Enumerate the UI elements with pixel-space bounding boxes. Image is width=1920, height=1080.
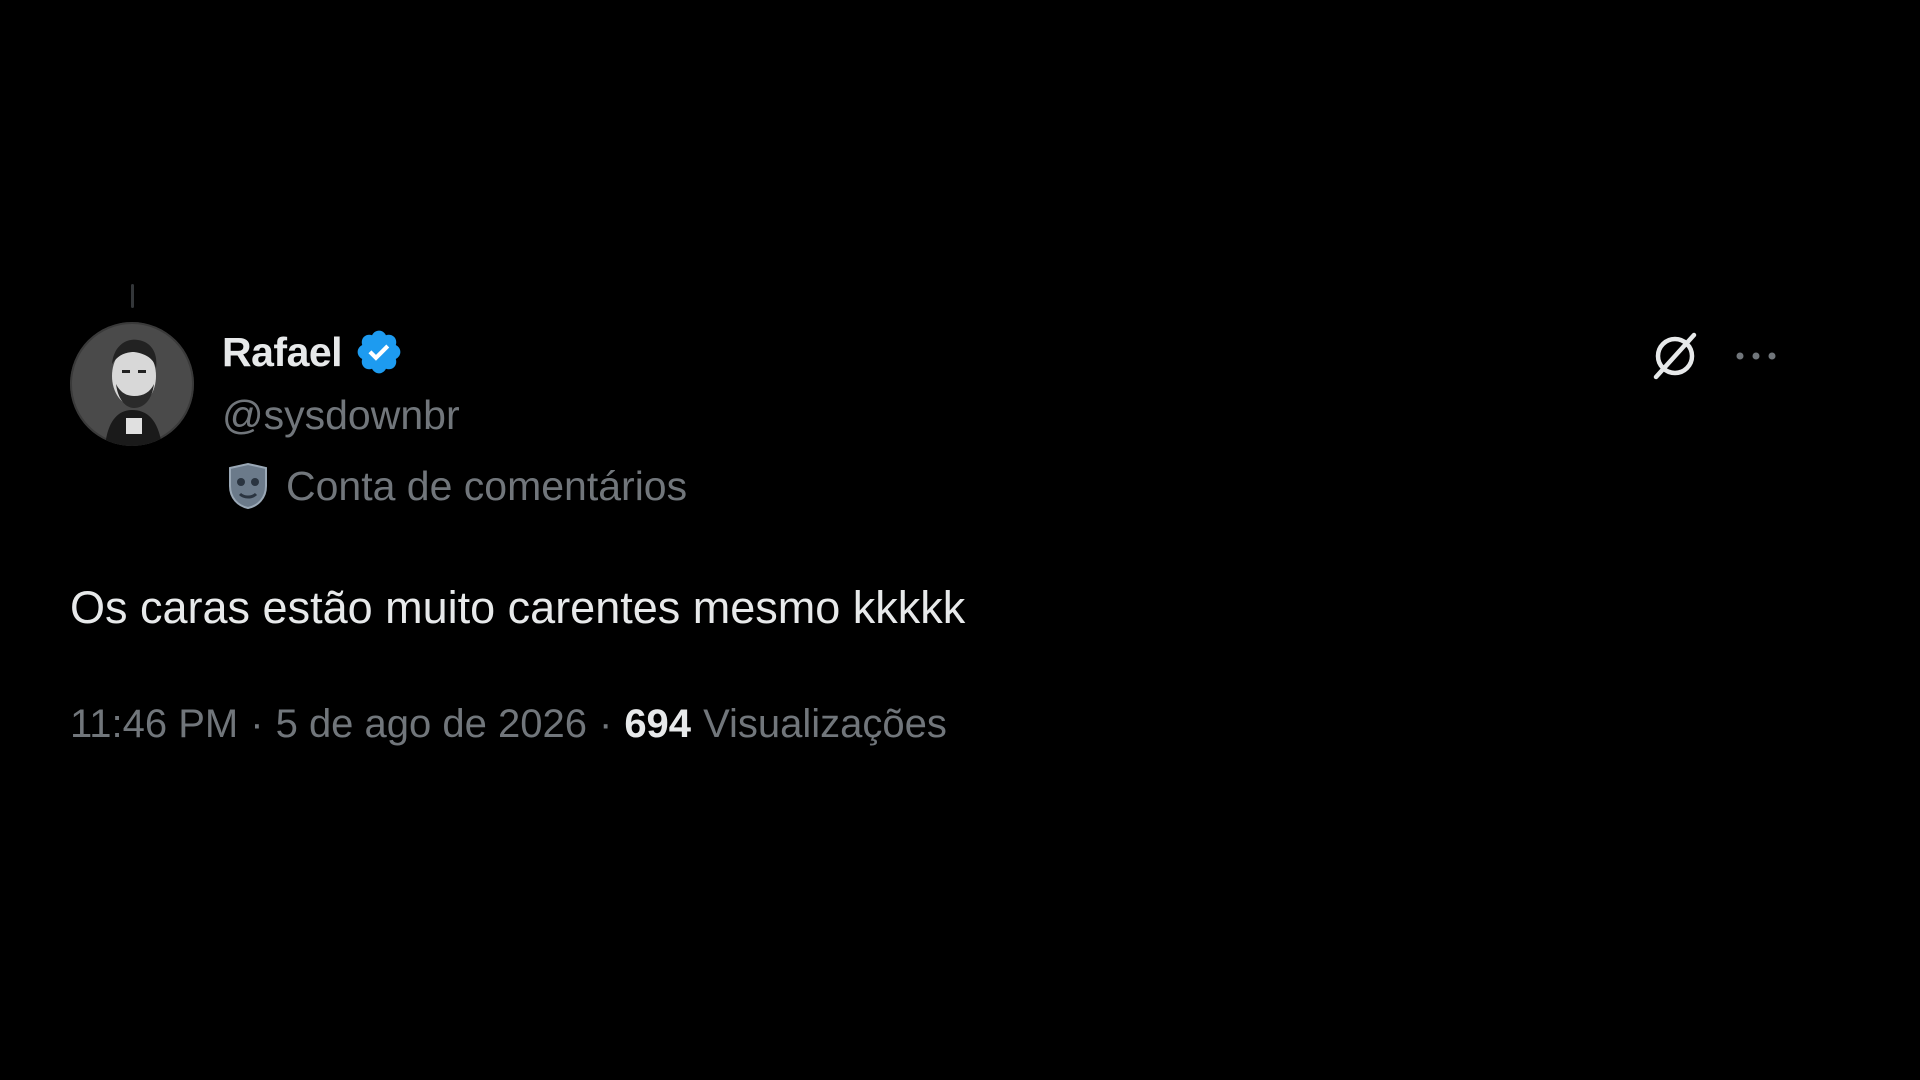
verified-badge-icon[interactable] [354, 327, 404, 377]
comment-account-badge-icon [226, 462, 270, 510]
views-count[interactable]: 694 [624, 702, 691, 747]
avatar-image [70, 322, 194, 446]
meta-separator: · [250, 702, 264, 746]
author-handle[interactable]: @sysdownbr [222, 386, 687, 444]
account-label[interactable]: Conta de comentários [222, 458, 687, 514]
tweet-time[interactable]: 11:46 PM [70, 702, 238, 747]
tweet-date[interactable]: 5 de ago de 2026 [276, 702, 587, 747]
author-name-row: Rafael [222, 322, 687, 382]
account-label-text: Conta de comentários [286, 462, 688, 509]
grok-icon[interactable] [1648, 329, 1702, 383]
thread-connector-line [131, 284, 134, 308]
tweet-actions [1648, 322, 1780, 390]
tweet-text: Os caras estão muito carentes mesmo kkkk… [70, 582, 966, 633]
views-label[interactable]: Visualizações [703, 702, 947, 747]
tweet-metadata: 11:46 PM · 5 de ago de 2026 · 694 Visual… [70, 702, 947, 747]
tweet-header: Rafael @sysdownbr Conta de comentários [222, 322, 687, 514]
author-display-name[interactable]: Rafael [222, 329, 343, 376]
more-options-icon[interactable] [1732, 346, 1780, 366]
avatar[interactable] [70, 322, 194, 446]
meta-separator: · [598, 702, 613, 746]
